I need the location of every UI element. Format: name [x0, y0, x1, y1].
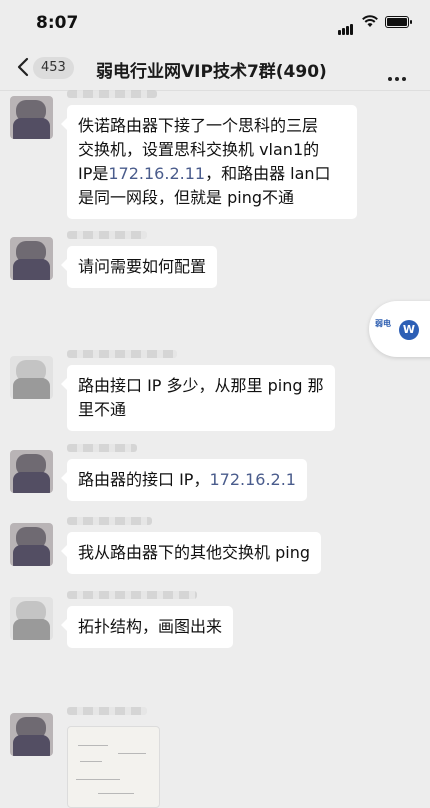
message-bubble[interactable]: 我从路由器下的其他交换机 ping	[61, 532, 321, 574]
message-line: 里不通	[78, 400, 127, 419]
chat-title: 弱电行业网VIP技术7群(490)	[96, 62, 327, 82]
wifi-icon	[362, 15, 378, 27]
unread-count-badge[interactable]: 453	[33, 57, 74, 79]
ip-address: 172.16.2.11	[108, 164, 206, 183]
status-bar: 8:07	[0, 0, 430, 46]
message-bubble[interactable]: 路由器的接口 IP，172.16.2.1	[61, 459, 307, 501]
avatar[interactable]	[10, 713, 53, 756]
avatar[interactable]	[10, 96, 53, 139]
message-bubble[interactable]: 佚诺路由器下接了一个思科的三层 交换机，设置思科交换机 vlan1的 IP是17…	[61, 105, 357, 219]
sender-name	[67, 707, 147, 715]
image-message[interactable]	[67, 726, 160, 808]
more-options-icon[interactable]	[388, 66, 409, 85]
battery-icon	[385, 16, 412, 28]
sender-name	[67, 591, 197, 599]
floating-widget[interactable]: 弱电 W	[369, 301, 430, 357]
w-badge-icon: W	[399, 320, 419, 340]
signal-icon	[338, 16, 354, 35]
message-line: 是同一网段，但就是 ping不通	[78, 188, 294, 207]
avatar[interactable]	[10, 597, 53, 640]
message-line: 交换机，设置思科交换机 vlan1的	[78, 140, 320, 159]
message-bubble[interactable]: 请问需要如何配置	[60, 246, 218, 288]
message-bubble[interactable]: 路由接口 IP 多少，从那里 ping 那 里不通	[61, 365, 335, 431]
ip-address: 172.16.2.1	[209, 470, 296, 489]
message-line: 佚诺路由器下接了一个思科的三层	[78, 116, 319, 135]
message-line: 路由接口 IP 多少，从那里 ping 那	[78, 376, 324, 395]
avatar[interactable]	[10, 523, 53, 566]
sender-name	[67, 350, 177, 358]
sender-name	[67, 90, 157, 98]
sender-name	[67, 231, 147, 239]
sender-name	[67, 444, 137, 452]
avatar[interactable]	[10, 237, 53, 280]
avatar[interactable]	[10, 356, 53, 399]
logo: 弱电	[375, 319, 391, 328]
message-line: IP是172.16.2.11，和路由器 lan口	[78, 164, 331, 183]
sender-name	[67, 517, 152, 525]
status-time: 8:07	[36, 13, 79, 33]
chat-header: 453 弱电行业网VIP技术7群(490)	[0, 46, 430, 91]
message-bubble[interactable]: 拓扑结构，画图出来	[60, 606, 234, 648]
avatar[interactable]	[10, 450, 53, 493]
